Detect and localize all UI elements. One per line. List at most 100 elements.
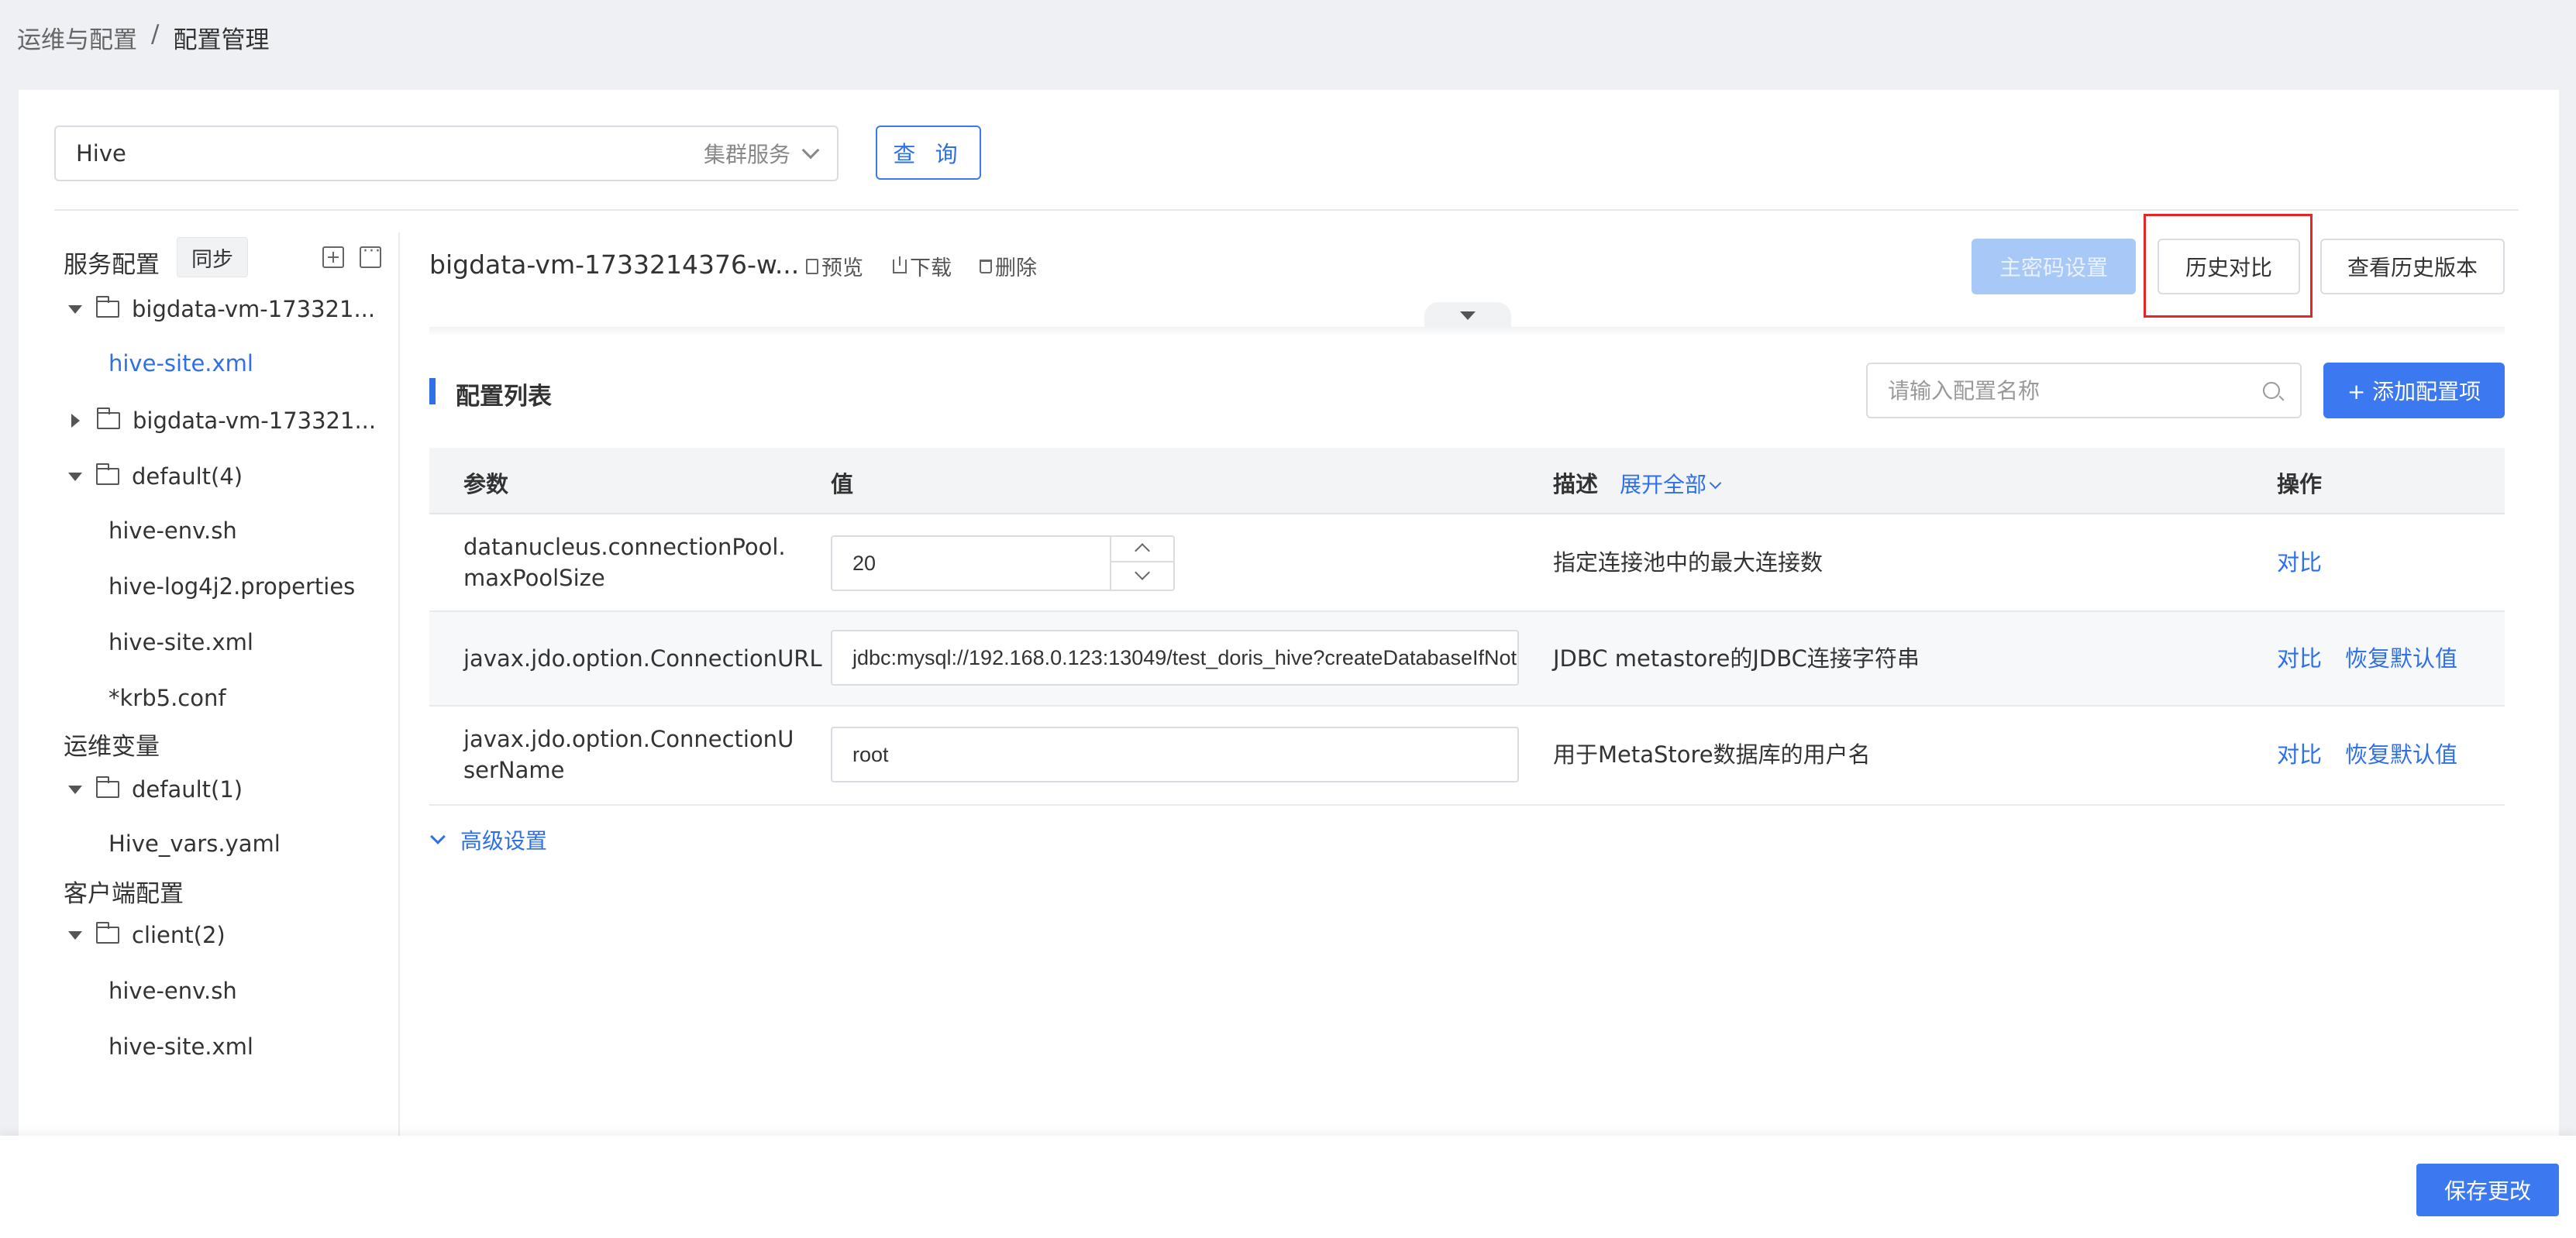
tree-file[interactable]: hive-env.sh xyxy=(108,978,237,1004)
param-name: javax.jdo.option.ConnectionURL xyxy=(463,645,822,672)
download-icon xyxy=(893,256,907,273)
master-password-button[interactable]: 主密码设置 xyxy=(1972,239,2136,294)
number-stepper[interactable] xyxy=(1110,537,1173,590)
param-desc: JDBC metastore的JDBC连接字符串 xyxy=(1553,645,1920,672)
tree-folder-label: bigdata-vm-173321... xyxy=(133,408,377,434)
restore-default-link[interactable]: 恢复默认值 xyxy=(2345,739,2457,770)
footer-bar xyxy=(0,1136,2576,1238)
select-value: Hive xyxy=(76,140,126,167)
param-desc: 用于MetaStore数据库的用户名 xyxy=(1553,741,1871,768)
param-name: javax.jdo.option.ConnectionUserName xyxy=(463,726,794,783)
tree-folder[interactable]: default(1) xyxy=(68,776,243,803)
value-text: 20 xyxy=(852,551,876,575)
tree-folder[interactable]: client(2) xyxy=(68,922,226,948)
tree-file[interactable]: hive-env.sh xyxy=(108,518,237,544)
caret-down-icon xyxy=(68,472,82,481)
tree-file[interactable]: hive-site.xml xyxy=(108,350,253,377)
preview-button[interactable]: 预览 xyxy=(806,251,863,281)
tree-folder[interactable]: bigdata-vm-173321... xyxy=(68,408,376,434)
more-icon[interactable] xyxy=(360,242,381,268)
table-header: 参数 值 描述 展开全部 操作 xyxy=(429,448,2505,514)
table-row: datanucleus.connectionPool.maxPoolSize 2… xyxy=(429,514,2505,612)
breadcrumb: 运维与配置 / 配置管理 xyxy=(17,20,269,55)
tree-file[interactable]: hive-log4j2.properties xyxy=(108,573,355,600)
tree-folder[interactable]: default(4) xyxy=(68,463,243,490)
tree-folder-label: default(4) xyxy=(132,463,243,490)
folder-open-icon xyxy=(96,296,119,318)
document-icon xyxy=(806,258,818,274)
tree-folder-label: bigdata-vm-173321... xyxy=(132,296,376,322)
caret-down-icon xyxy=(68,304,82,314)
compare-link[interactable]: 对比 xyxy=(2277,547,2322,578)
folder-open-icon xyxy=(96,463,119,485)
service-config-title: 服务配置 xyxy=(64,251,160,279)
trash-icon xyxy=(980,259,992,273)
column-desc: 描述 展开全部 xyxy=(1553,466,1722,499)
ops-variables-title: 运维变量 xyxy=(64,733,160,761)
breadcrumb-parent[interactable]: 运维与配置 xyxy=(17,20,137,55)
divider-shadow xyxy=(429,327,2505,336)
delete-button[interactable]: 删除 xyxy=(980,251,1037,281)
cluster-service-select[interactable]: Hive 集群服务 xyxy=(54,126,839,181)
search-icon xyxy=(2263,382,2280,399)
config-search[interactable] xyxy=(1866,363,2302,418)
caret-down-icon xyxy=(68,785,82,794)
config-search-input[interactable] xyxy=(1888,377,2263,404)
tree-file[interactable]: *krb5.conf xyxy=(108,685,226,711)
advanced-settings-toggle[interactable]: 高级设置 xyxy=(429,824,547,855)
chevron-down-icon xyxy=(801,141,820,160)
collapse-toggle[interactable] xyxy=(1424,302,1511,330)
advanced-settings-label: 高级设置 xyxy=(460,828,548,854)
param-desc: 指定连接池中的最大连接数 xyxy=(1553,549,1824,576)
column-param: 参数 xyxy=(463,471,509,497)
tree-file[interactable]: hive-site.xml xyxy=(108,1033,253,1060)
restore-default-link[interactable]: 恢复默认值 xyxy=(2345,643,2457,674)
value-text: root xyxy=(852,742,889,766)
download-label: 下载 xyxy=(910,256,952,280)
chevron-down-icon xyxy=(1709,476,1722,490)
table-row: javax.jdo.option.ConnectionUserName root… xyxy=(429,707,2505,806)
breadcrumb-current: 配置管理 xyxy=(173,26,270,54)
value-text: jdbc:mysql://192.168.0.123:13049/test_do… xyxy=(852,645,1517,669)
chevron-up-icon[interactable] xyxy=(1111,537,1173,562)
value-input[interactable]: root xyxy=(831,727,1519,782)
highlight-box xyxy=(2144,214,2313,318)
chevron-down-icon[interactable] xyxy=(1111,562,1173,590)
client-config-title: 客户端配置 xyxy=(64,880,184,908)
column-desc-label: 描述 xyxy=(1553,471,1599,497)
caret-right-icon xyxy=(71,414,80,428)
delete-label: 删除 xyxy=(995,256,1037,280)
query-button[interactable]: 查 询 xyxy=(876,126,981,180)
config-sidebar: 服务配置 同步 bigdata-vm-173321... hive-site.x… xyxy=(54,232,400,1136)
compare-link[interactable]: 对比 xyxy=(2277,643,2322,674)
chevron-down-icon xyxy=(430,829,446,844)
file-title: bigdata-vm-1733214376-w... xyxy=(429,249,800,280)
divider xyxy=(54,209,2519,211)
save-changes-button[interactable]: 保存更改 xyxy=(2416,1164,2559,1216)
config-list-title: 配置列表 xyxy=(429,377,552,411)
select-hint: 集群服务 xyxy=(703,142,790,167)
folder-open-icon xyxy=(96,922,119,944)
value-input[interactable]: jdbc:mysql://192.168.0.123:13049/test_do… xyxy=(831,630,1519,686)
caret-down-icon xyxy=(68,930,82,940)
sync-button[interactable]: 同步 xyxy=(177,237,248,277)
column-ops: 操作 xyxy=(2277,471,2323,497)
add-icon[interactable] xyxy=(322,246,344,268)
preview-label: 预览 xyxy=(821,256,863,280)
tree-file[interactable]: hive-site.xml xyxy=(108,629,253,655)
tree-folder[interactable]: bigdata-vm-173321... xyxy=(68,296,375,322)
view-history-button[interactable]: 查看历史版本 xyxy=(2320,239,2505,294)
expand-all-link[interactable]: 展开全部 xyxy=(1620,472,1706,497)
add-config-button[interactable]: + 添加配置项 xyxy=(2323,363,2505,418)
tree-file[interactable]: Hive_vars.yaml xyxy=(108,830,281,857)
param-name: datanucleus.connectionPool.maxPoolSize xyxy=(463,534,786,591)
folder-icon xyxy=(97,408,120,429)
folder-open-icon xyxy=(96,776,119,798)
value-number-input[interactable]: 20 xyxy=(831,535,1175,591)
compare-link[interactable]: 对比 xyxy=(2277,739,2322,770)
table-row: javax.jdo.option.ConnectionURL jdbc:mysq… xyxy=(429,612,2505,707)
tree-folder-label: default(1) xyxy=(132,776,243,803)
download-button[interactable]: 下载 xyxy=(893,251,952,281)
tree-folder-label: client(2) xyxy=(132,922,226,948)
breadcrumb-separator: / xyxy=(151,20,160,48)
